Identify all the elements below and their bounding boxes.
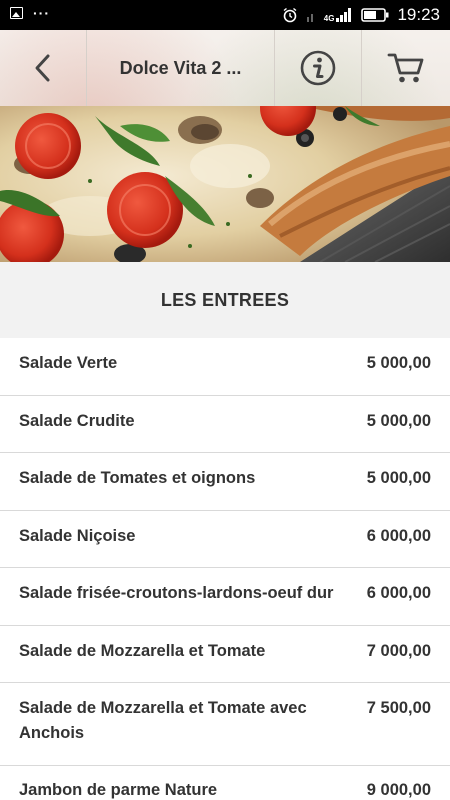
menu-item-name: Salade de Mozzarella et Tomate avec Anch… xyxy=(19,699,307,742)
network-label: 4G xyxy=(323,14,335,23)
back-button[interactable] xyxy=(0,30,87,106)
battery-icon xyxy=(361,8,389,22)
menu-item-name: Salade frisée-croutons-lardons-oeuf dur xyxy=(19,584,334,602)
menu-item-price: 7 000,00 xyxy=(366,642,431,660)
menu-item[interactable]: Salade de Mozzarella et Tomate 7 000,00 xyxy=(0,626,450,683)
menu-item-name: Jambon de parme Nature xyxy=(19,781,218,799)
info-button[interactable] xyxy=(275,30,362,106)
restaurant-title-cell: Dolce Vita 2 ... xyxy=(87,30,275,106)
menu-item-name: Salade Crudite xyxy=(19,412,135,430)
menu-item-name: Salade de Tomates et oignons xyxy=(19,469,256,487)
cart-icon xyxy=(387,53,424,83)
app-header: Dolce Vita 2 ... xyxy=(0,30,450,106)
menu-item-name: Salade Niçoise xyxy=(19,527,136,545)
menu-list: Salade Verte 5 000,00 Salade Crudite 5 0… xyxy=(0,338,450,800)
menu-item[interactable]: Salade frisée-croutons-lardons-oeuf dur … xyxy=(0,568,450,626)
more-dots-icon: ··· xyxy=(33,5,50,21)
menu-item-price: 5 000,00 xyxy=(366,412,431,430)
menu-item-price: 6 000,00 xyxy=(366,527,431,545)
menu-item[interactable]: Salade de Tomates et oignons 5 000,00 xyxy=(0,453,450,511)
alarm-icon xyxy=(283,7,297,23)
section-title: LES ENTREES xyxy=(160,289,290,310)
hero-pizza-image xyxy=(0,106,450,262)
menu-item-price: 6 000,00 xyxy=(366,584,431,602)
menu-item-name: Salade de Mozzarella et Tomate xyxy=(19,642,266,660)
menu-item-price: 7 500,00 xyxy=(366,699,431,717)
status-left: ··· xyxy=(10,5,50,21)
menu-item-name: Salade Verte xyxy=(19,354,118,372)
menu-item-price: 5 000,00 xyxy=(366,469,431,487)
image-icon xyxy=(10,7,23,19)
signal-icon xyxy=(336,8,352,22)
hotspot-icon xyxy=(306,14,313,22)
chevron-left-icon xyxy=(35,54,50,82)
menu-item[interactable]: Salade Verte 5 000,00 xyxy=(0,338,450,396)
pizza-photo xyxy=(0,106,450,262)
cart-button[interactable] xyxy=(362,30,450,106)
menu-item[interactable]: Salade Crudite 5 000,00 xyxy=(0,396,450,453)
clock: 19:23 xyxy=(397,5,440,24)
menu-item[interactable]: Salade de Mozzarella et Tomate avec Anch… xyxy=(0,683,450,766)
menu-item-price: 5 000,00 xyxy=(366,354,431,372)
menu-item[interactable]: Salade Niçoise 6 000,00 xyxy=(0,511,450,568)
status-right: 4G 19:23 xyxy=(282,5,440,25)
page-title: Dolce Vita 2 ... xyxy=(119,57,242,78)
menu-item[interactable]: Jambon de parme Nature 9 000,00 xyxy=(0,766,450,800)
status-bar: ··· 4G 19:23 xyxy=(0,0,450,30)
section-header: LES ENTREES xyxy=(0,262,450,338)
menu-item-price: 9 000,00 xyxy=(366,781,431,799)
info-circle-icon xyxy=(300,50,336,86)
